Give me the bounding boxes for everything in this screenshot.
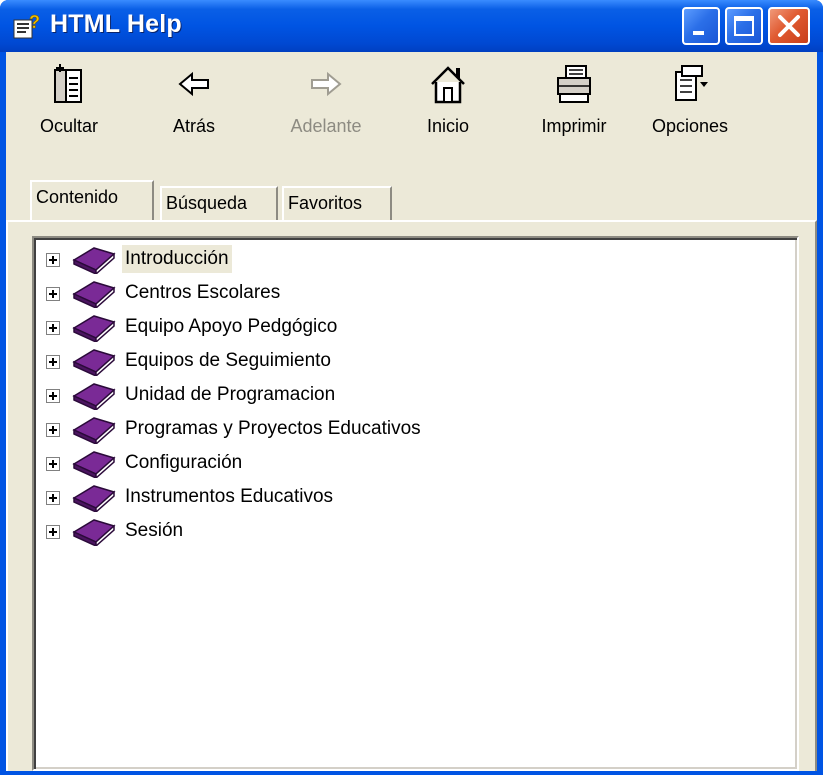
print-button[interactable]: Imprimir	[530, 62, 618, 162]
expand-plus-icon[interactable]	[46, 525, 60, 539]
forward-arrow-icon	[311, 71, 342, 97]
toolbar-label: Atrás	[172, 116, 215, 136]
closed-book-icon	[72, 349, 116, 376]
options-icon	[675, 65, 708, 101]
tree-item-label: Programas y Proyectos Educativos	[125, 418, 421, 439]
hide-button[interactable]: Ocultar	[26, 62, 112, 162]
expand-plus-icon[interactable]	[46, 253, 60, 267]
closed-book-icon	[72, 519, 116, 546]
closed-book-icon	[72, 383, 116, 410]
toolbar-label: Inicio	[426, 116, 470, 136]
tab-label: Favoritos	[288, 193, 363, 213]
tab-contenido[interactable]: Contenido	[30, 180, 154, 220]
tree-item-label: Equipo Apoyo Pedgógico	[125, 316, 338, 337]
contents-tree[interactable]: Introducción Centros Escolares Equipo Ap…	[32, 236, 799, 771]
toolbar: Ocultar Atrás Adelante Inicio Imprimir O…	[6, 52, 817, 162]
maximize-icon	[734, 16, 754, 36]
window-bottom-border	[0, 771, 823, 775]
toolbar-label: Opciones	[651, 116, 729, 136]
contents-panel: Introducción Centros Escolares Equipo Ap…	[6, 220, 817, 775]
closed-book-icon	[72, 281, 116, 308]
title-bar[interactable]: ? HTML Help	[0, 0, 823, 52]
toolbar-label: Ocultar	[39, 116, 99, 136]
forward-button[interactable]: Adelante	[274, 62, 378, 162]
expand-plus-icon[interactable]	[46, 355, 60, 369]
tree-item-label: Instrumentos Educativos	[125, 486, 334, 507]
options-button[interactable]: Opciones	[642, 62, 738, 162]
close-icon	[778, 15, 800, 37]
close-button[interactable]	[768, 7, 810, 45]
svg-text:?: ?	[29, 12, 40, 32]
tree-item-label: Sesión	[125, 520, 184, 541]
help-book-icon: ?	[13, 12, 40, 39]
home-button[interactable]: Inicio	[414, 62, 482, 162]
window-title: HTML Help	[50, 10, 182, 38]
back-button[interactable]: Atrás	[158, 62, 230, 162]
expand-plus-icon[interactable]	[46, 389, 60, 403]
tab-label: Contenido	[36, 187, 119, 207]
toolbar-label: Adelante	[290, 116, 362, 136]
hide-pane-icon	[54, 64, 82, 103]
tree-item-label: Equipos de Seguimiento	[125, 350, 331, 371]
html-help-window: ? HTML Help Ocultar Atrás Adelante Inici…	[0, 0, 823, 775]
printer-icon	[557, 65, 591, 103]
tree-item-label: Configuración	[125, 452, 243, 473]
home-icon	[431, 66, 465, 104]
closed-book-icon	[72, 247, 116, 274]
minimize-button[interactable]	[682, 7, 720, 45]
tree-item-label: Introducción	[122, 245, 232, 273]
maximize-button[interactable]	[725, 7, 763, 45]
expand-plus-icon[interactable]	[46, 491, 60, 505]
tab-busqueda[interactable]: Búsqueda	[160, 186, 278, 220]
client-area: Ocultar Atrás Adelante Inicio Imprimir O…	[6, 52, 817, 775]
closed-book-icon	[72, 485, 116, 512]
expand-plus-icon[interactable]	[46, 457, 60, 471]
closed-book-icon	[72, 417, 116, 444]
tab-favoritos[interactable]: Favoritos	[282, 186, 392, 220]
tree-item-label: Centros Escolares	[125, 282, 281, 303]
closed-book-icon	[72, 451, 116, 478]
minimize-icon	[693, 31, 704, 35]
tab-strip: Contenido Búsqueda Favoritos	[6, 180, 817, 220]
tab-label: Búsqueda	[166, 193, 248, 213]
closed-book-icon	[72, 315, 116, 342]
back-arrow-icon	[178, 71, 209, 97]
tree-item-label: Unidad de Programacion	[125, 384, 336, 405]
toolbar-label: Imprimir	[541, 116, 607, 136]
expand-plus-icon[interactable]	[46, 287, 60, 301]
expand-plus-icon[interactable]	[46, 321, 60, 335]
expand-plus-icon[interactable]	[46, 423, 60, 437]
